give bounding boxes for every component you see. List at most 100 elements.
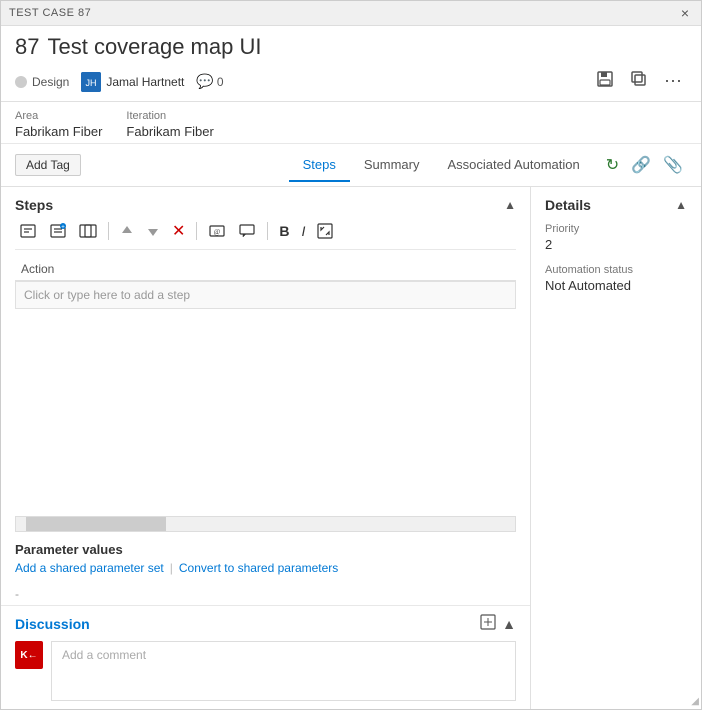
separator-3 [267, 222, 268, 240]
clone-button[interactable] [626, 68, 652, 95]
svg-text:@: @ [214, 228, 221, 236]
discussion-section: Discussion ▲ K← Add a comment [1, 605, 530, 709]
parameter-section: Parameter values Add a shared parameter … [1, 536, 530, 583]
steps-section: Steps ▲ + [1, 187, 530, 512]
move-up-button[interactable] [116, 222, 138, 240]
commenter-avatar: K← [15, 641, 43, 669]
steps-toolbar: + ✕ @ [15, 219, 516, 250]
empty-space [15, 309, 516, 506]
discussion-header: Discussion ▲ [15, 614, 516, 633]
status-dot [15, 76, 27, 88]
header-toolbar: Design JH Jamal Hartnett 💬 0 ⋯ [15, 68, 687, 95]
test-case-window: TEST CASE 87 × 87 Test coverage map UI D… [0, 0, 702, 710]
priority-field: Priority 2 [545, 223, 687, 252]
avatar-initials: K← [20, 650, 37, 661]
tabs: Steps Summary Associated Automation ↻ 🔗 … [289, 149, 687, 180]
meta-row: Area Fabrikam Fiber Iteration Fabrikam F… [1, 102, 701, 144]
comment-input[interactable]: Add a comment [51, 641, 516, 701]
header: 87 Test coverage map UI Design JH Jamal … [1, 26, 701, 102]
dash-separator: - [1, 583, 530, 605]
parameter-links: Add a shared parameter set | Convert to … [15, 561, 516, 575]
add-step-input[interactable]: Click or type here to add a step [15, 281, 516, 309]
steps-header: Steps ▲ [15, 197, 516, 213]
separator-2 [196, 222, 197, 240]
attach-icon[interactable]: 📎 [659, 153, 687, 177]
automation-status-field: Automation status Not Automated [545, 264, 687, 293]
details-collapse-button[interactable]: ▲ [675, 198, 687, 212]
iteration-value: Fabrikam Fiber [126, 124, 213, 139]
avatar: JH [81, 72, 101, 92]
case-number: 87 [15, 34, 39, 60]
title-bar: TEST CASE 87 × [1, 1, 701, 26]
collapse-discussion-button[interactable]: ▲ [502, 614, 516, 633]
main-content: Steps ▲ + [1, 187, 701, 709]
param-separator: | [170, 561, 173, 575]
delete-step-button[interactable]: ✕ [168, 219, 189, 243]
more-button[interactable]: ⋯ [660, 69, 687, 94]
add-step-row: Click or type here to add a step [15, 281, 516, 310]
user-badge[interactable]: JH Jamal Hartnett [81, 72, 184, 92]
svg-text:JH: JH [86, 78, 97, 88]
tab-automation[interactable]: Associated Automation [434, 149, 594, 182]
resize-icon: ◢ [691, 696, 699, 707]
area-value: Fabrikam Fiber [15, 124, 102, 139]
italic-button[interactable]: I [298, 221, 310, 241]
steps-collapse-button[interactable]: ▲ [504, 198, 516, 212]
action-column-header: Action [15, 258, 516, 281]
horizontal-scrollbar[interactable] [15, 516, 516, 532]
add-tag-row: Add Tag Steps Summary Associated Automat… [1, 144, 701, 187]
priority-value: 2 [545, 237, 687, 252]
tab-actions: ↻ 🔗 📎 [602, 153, 687, 177]
comment-icon: 💬 [196, 73, 213, 90]
tab-summary[interactable]: Summary [350, 149, 434, 182]
area-label: Area [15, 110, 102, 122]
scrollbar-container [1, 512, 530, 536]
steps-title: Steps [15, 197, 53, 213]
add-tag-button[interactable]: Add Tag [15, 154, 81, 176]
automation-status-value: Not Automated [545, 278, 687, 293]
discussion-actions: ▲ [480, 614, 516, 633]
header-actions: ⋯ [592, 68, 687, 95]
link-icon[interactable]: 🔗 [627, 153, 655, 177]
priority-label: Priority [545, 223, 687, 235]
insert-callout-button[interactable] [234, 220, 260, 242]
case-title-row: 87 Test coverage map UI [15, 34, 687, 60]
area-field: Area Fabrikam Fiber [15, 110, 102, 139]
svg-text:+: + [61, 225, 65, 231]
convert-shared-param-link[interactable]: Convert to shared parameters [179, 561, 338, 575]
bold-button[interactable]: B [275, 221, 293, 241]
comment-row: K← Add a comment [15, 641, 516, 701]
comment-count: 0 [217, 75, 224, 89]
add-shared-param-link[interactable]: Add a shared parameter set [15, 561, 164, 575]
insert-step-button[interactable] [15, 220, 41, 242]
right-panel: Details ▲ Priority 2 Automation status N… [531, 187, 701, 709]
separator-1 [108, 222, 109, 240]
create-shared-step-button[interactable] [75, 220, 101, 242]
close-button[interactable]: × [677, 5, 693, 21]
status-label: Design [32, 75, 69, 89]
insert-shared-step-button[interactable]: + [45, 220, 71, 242]
left-panel: Steps ▲ + [1, 187, 531, 709]
save-button[interactable] [592, 68, 618, 95]
tab-steps[interactable]: Steps [289, 149, 350, 182]
discussion-title: Discussion [15, 616, 90, 632]
status-badge[interactable]: Design [15, 75, 69, 89]
details-title: Details [545, 197, 591, 213]
parameter-title: Parameter values [15, 542, 516, 557]
resize-handle[interactable]: ◢ [687, 695, 701, 709]
iteration-label: Iteration [126, 110, 213, 122]
automation-status-label: Automation status [545, 264, 687, 276]
refresh-icon[interactable]: ↻ [602, 153, 623, 177]
fullscreen-button[interactable] [313, 221, 337, 241]
expand-discussion-button[interactable] [480, 614, 496, 633]
scrollbar-thumb [26, 517, 166, 531]
insert-param-button[interactable]: @ [204, 220, 230, 242]
comment-badge[interactable]: 💬 0 [196, 73, 223, 90]
steps-table: Action Click or type here to add a step [15, 258, 516, 309]
user-name: Jamal Hartnett [106, 75, 184, 89]
move-down-button[interactable] [142, 222, 164, 240]
title-bar-label: TEST CASE 87 [9, 7, 91, 19]
iteration-field: Iteration Fabrikam Fiber [126, 110, 213, 139]
add-step-cell: Click or type here to add a step [15, 281, 516, 310]
case-title: Test coverage map UI [47, 34, 261, 60]
